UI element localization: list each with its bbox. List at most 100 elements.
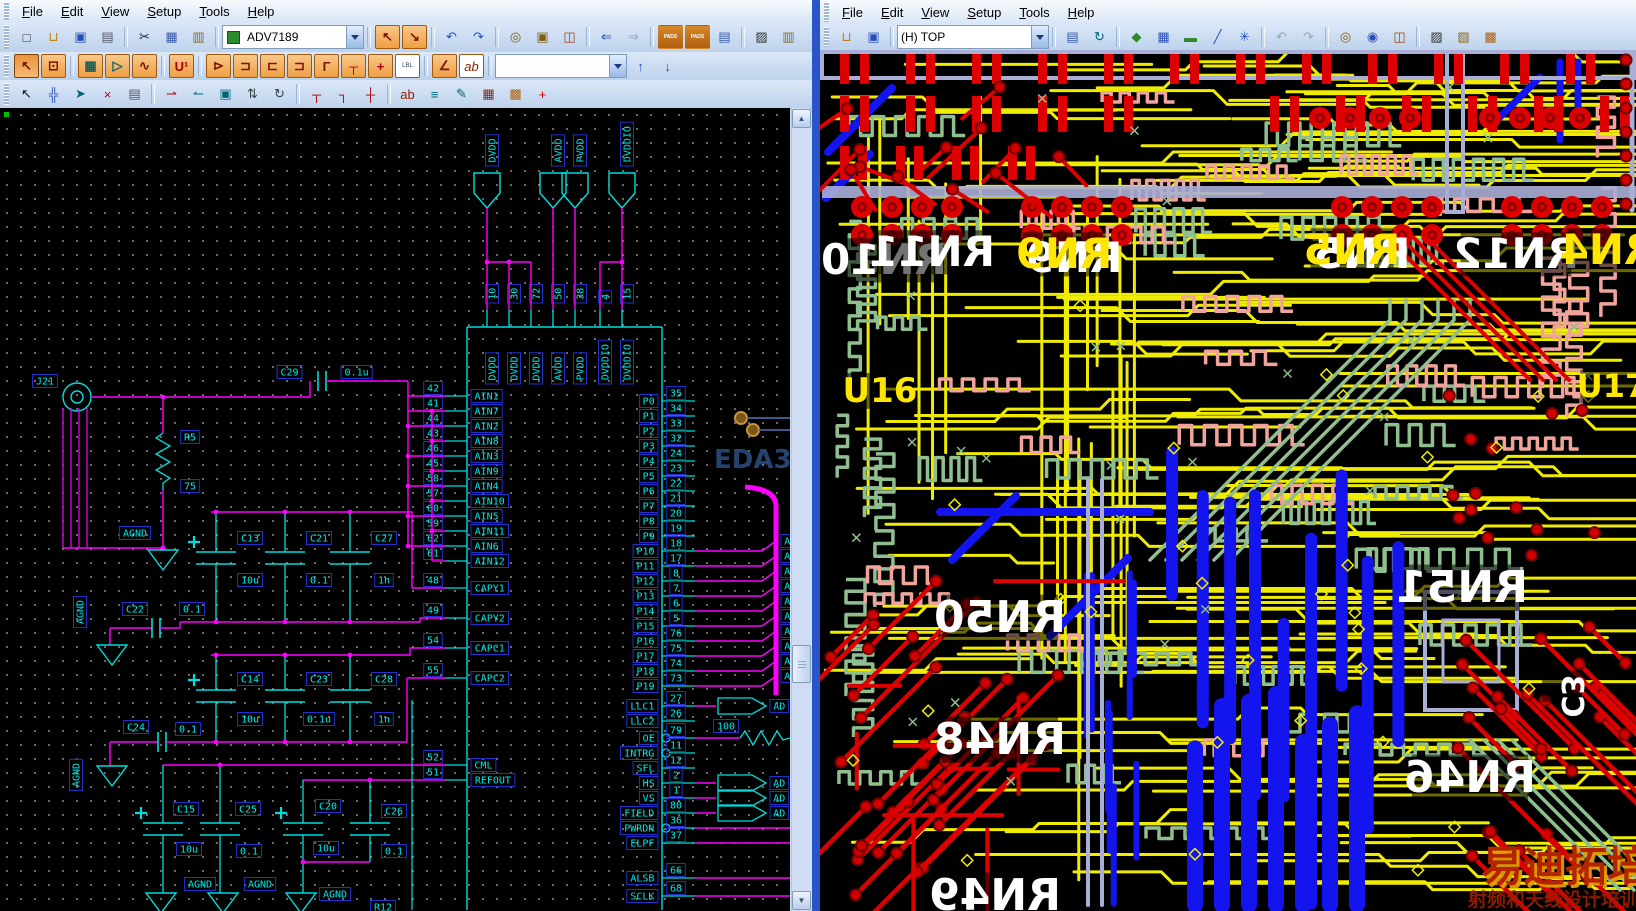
- menu-setup[interactable]: Setup: [138, 2, 190, 21]
- zoom-button[interactable]: ◎: [503, 25, 528, 49]
- select-parts-button[interactable]: ⊡: [41, 54, 66, 78]
- swap-u1-u2-button[interactable]: ⇅: [240, 82, 265, 106]
- zoom-button[interactable]: ◎: [1333, 25, 1358, 49]
- select-arrow-button[interactable]: ↖: [14, 82, 39, 106]
- via: [939, 140, 953, 154]
- properties2-button[interactable]: ▤: [122, 82, 147, 106]
- save-button[interactable]: ▣: [68, 25, 93, 49]
- properties-button[interactable]: ▤: [1060, 25, 1085, 49]
- pcb-canvas[interactable]: RN10RN11RN9RN9RN5RN5RN12RN4U16U17RN50RN5…: [820, 50, 1636, 911]
- tee-add-button[interactable]: ┬: [304, 82, 329, 106]
- menu-help[interactable]: Help: [239, 2, 284, 21]
- menu-file[interactable]: File: [833, 3, 872, 22]
- menu-setup[interactable]: Setup: [958, 3, 1010, 22]
- menu-view[interactable]: View: [92, 2, 138, 21]
- part-selector-combobox[interactable]: ADV7189: [222, 25, 364, 49]
- layer-selector-dropdown-arrow[interactable]: [1031, 26, 1048, 48]
- eraser-button[interactable]: ◫: [557, 25, 582, 49]
- router-doc-button[interactable]: ▨: [1424, 25, 1449, 49]
- fanout-button[interactable]: ▦: [1151, 25, 1176, 49]
- scroll-up-button[interactable]: ▲: [792, 109, 811, 128]
- move-button[interactable]: ╬: [41, 82, 66, 106]
- delete-button[interactable]: ×: [95, 82, 120, 106]
- menu-tools[interactable]: Tools: [1010, 3, 1058, 22]
- redo-button[interactable]: ↷: [1296, 25, 1321, 49]
- print-button[interactable]: ▤: [95, 25, 120, 49]
- search-dropdown-arrow[interactable]: [609, 55, 626, 77]
- undo-button[interactable]: ↶: [439, 25, 464, 49]
- previous-view-button[interactable]: ⇐: [594, 25, 619, 49]
- field-add-button[interactable]: +: [530, 82, 555, 106]
- board-view-button[interactable]: ▬: [1178, 25, 1203, 49]
- design-check-button[interactable]: ◆: [1124, 25, 1149, 49]
- edit-elec-button[interactable]: ∠: [432, 54, 457, 78]
- refresh-button[interactable]: ↻: [1087, 25, 1112, 49]
- gate-u11-button[interactable]: U¹: [169, 54, 194, 78]
- text-ab-button[interactable]: ab: [459, 54, 484, 78]
- bus-right-button[interactable]: ⊐: [287, 54, 312, 78]
- measure-button[interactable]: ╱: [1205, 25, 1230, 49]
- ole-runner-button[interactable]: ▨: [749, 25, 774, 49]
- attr-edit-button[interactable]: ab: [395, 82, 420, 106]
- new-document-button[interactable]: □: [14, 25, 39, 49]
- paste-button[interactable]: ▥: [186, 25, 211, 49]
- schematic-canvas[interactable]: 10 DVDD 30 DVDD 72 DVDD 50 AVDD 38 PVDD 4 DVDDIO 15 D…: [0, 108, 790, 911]
- undo-button[interactable]: ↶: [1269, 25, 1294, 49]
- layer-selector-combobox[interactable]: (H) TOP: [897, 25, 1049, 49]
- cut-button[interactable]: ✂: [132, 25, 157, 49]
- net-corner-button[interactable]: Γ: [314, 54, 339, 78]
- down-button[interactable]: ↓: [655, 54, 680, 78]
- menu-tools[interactable]: Tools: [190, 2, 238, 21]
- list-edit-button[interactable]: ≡: [422, 82, 447, 106]
- sheet-swap-button[interactable]: ▣: [213, 82, 238, 106]
- save-button[interactable]: ▣: [861, 25, 886, 49]
- add-decal-button[interactable]: ▷: [105, 54, 130, 78]
- add-signal-button[interactable]: ∿: [132, 54, 157, 78]
- net-forward-button[interactable]: ⇀: [159, 82, 184, 106]
- up-button[interactable]: ↑: [628, 54, 653, 78]
- color-grid-button[interactable]: ▩: [503, 82, 528, 106]
- pads-router-button[interactable]: PADS: [685, 25, 710, 49]
- net-back-button[interactable]: ↼: [186, 82, 211, 106]
- net-zoom-button[interactable]: ◉: [1360, 25, 1385, 49]
- select-mode-button[interactable]: ↖: [375, 25, 400, 49]
- open-folder-button[interactable]: ⊔: [41, 25, 66, 49]
- pads-logic-button[interactable]: ▩: [1478, 25, 1503, 49]
- clipboard-view-button[interactable]: ▥: [776, 25, 801, 49]
- net-plus-button[interactable]: +: [368, 54, 393, 78]
- part-selector-dropdown-arrow[interactable]: [346, 26, 363, 48]
- properties-button[interactable]: ▤: [712, 25, 737, 49]
- pin-number: 73: [666, 671, 686, 685]
- corner-add-button[interactable]: ┐: [331, 82, 356, 106]
- menu-edit[interactable]: Edit: [52, 2, 92, 21]
- open-folder-button[interactable]: ⊔: [834, 25, 859, 49]
- via-grid-button[interactable]: ✳: [1232, 25, 1257, 49]
- next-view-button[interactable]: ⇒: [621, 25, 646, 49]
- bus-left-button[interactable]: ⊏: [260, 54, 285, 78]
- net-tee-button[interactable]: ┬: [341, 54, 366, 78]
- menu-view[interactable]: View: [912, 3, 958, 22]
- menu-edit[interactable]: Edit: [872, 3, 912, 22]
- rename-pencil-button[interactable]: ✎: [449, 82, 474, 106]
- scroll-thumb[interactable]: [792, 645, 811, 683]
- menu-help[interactable]: Help: [1059, 3, 1104, 22]
- rotate-gate-button[interactable]: ↻: [267, 82, 292, 106]
- clipboard-doc-button[interactable]: ▧: [1451, 25, 1476, 49]
- select-drag-mode-button[interactable]: ↘: [402, 25, 427, 49]
- route-button[interactable]: ➤: [68, 82, 93, 106]
- pads-layout-button[interactable]: PADS: [658, 25, 683, 49]
- search-combobox[interactable]: [495, 54, 627, 78]
- attr-dictionary-button[interactable]: ▦: [476, 82, 501, 106]
- gate-decal-button[interactable]: ⊐: [233, 54, 258, 78]
- copy-button[interactable]: ▦: [159, 25, 184, 49]
- redo-button[interactable]: ↷: [466, 25, 491, 49]
- view-sheet-button[interactable]: ▣: [530, 25, 555, 49]
- eraser-button[interactable]: ◫: [1387, 25, 1412, 49]
- add-part-button[interactable]: ▦: [78, 54, 103, 78]
- menu-file[interactable]: File: [13, 2, 52, 21]
- offpage-ref-button[interactable]: ⊳: [206, 54, 231, 78]
- select-gates-button[interactable]: ↖: [14, 54, 39, 78]
- label-lbl-button[interactable]: LBL: [395, 54, 420, 78]
- scroll-down-button[interactable]: ▼: [792, 891, 811, 910]
- junction-add-button[interactable]: ┼: [358, 82, 383, 106]
